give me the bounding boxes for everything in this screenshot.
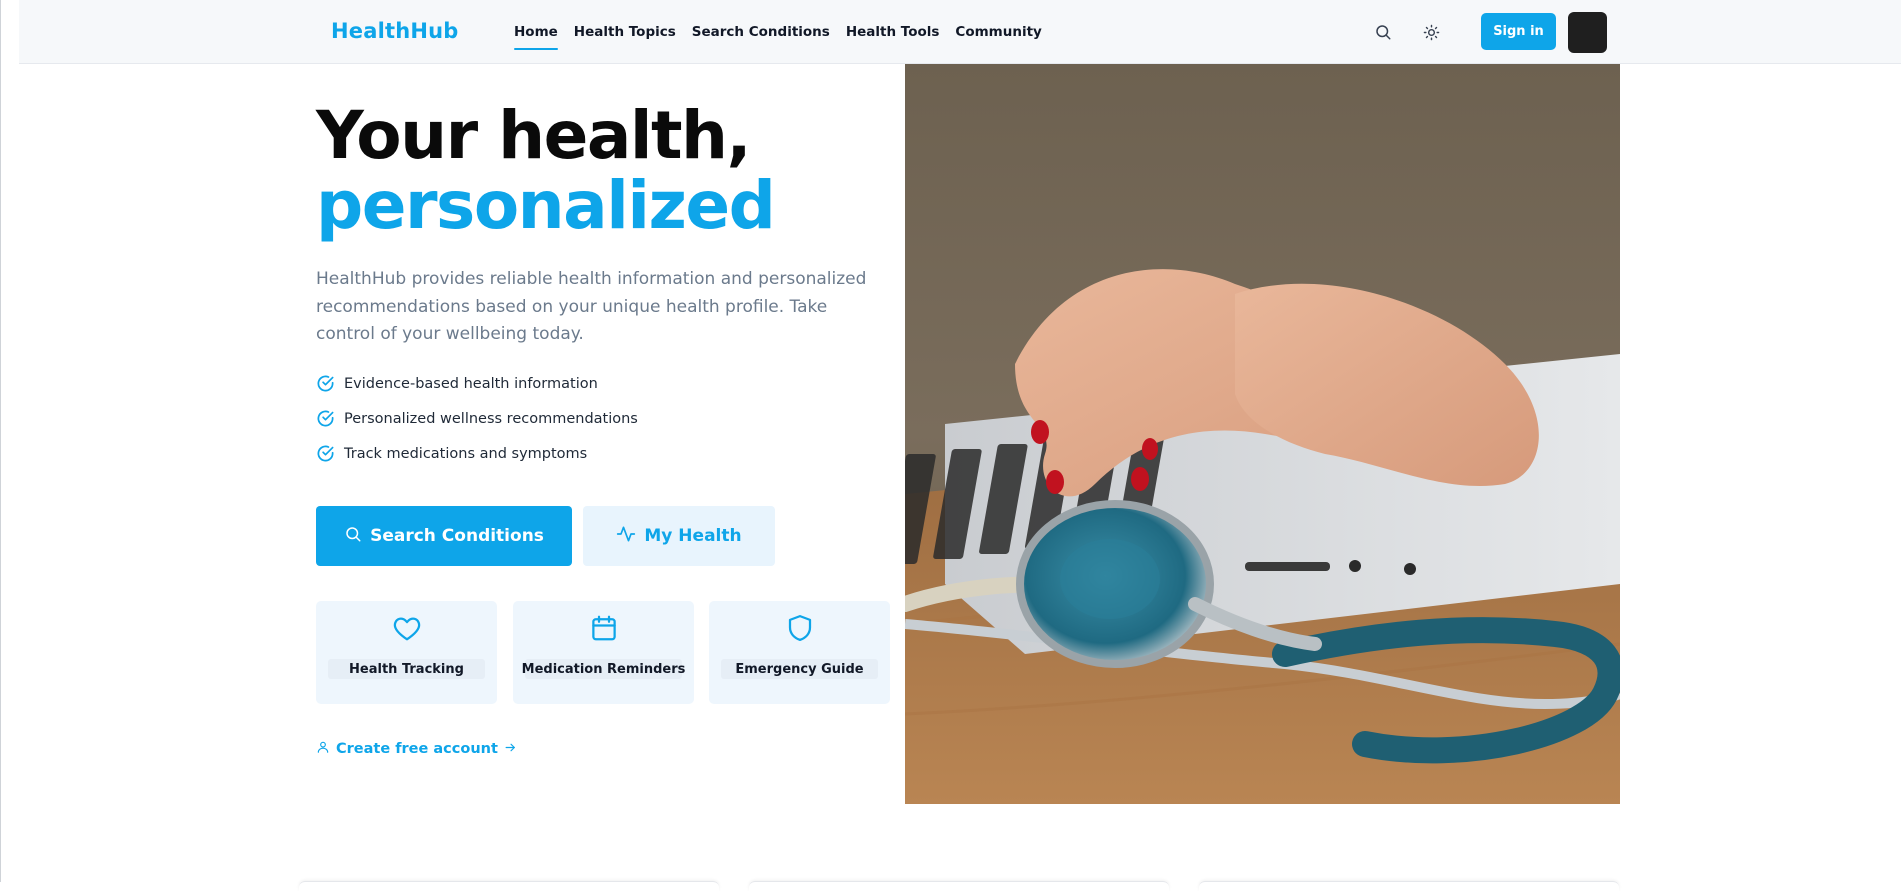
hero-description: HealthHub provides reliable health infor…	[316, 269, 867, 344]
search-icon	[344, 525, 362, 548]
feature-label: Track medications and symptoms	[344, 445, 588, 462]
feature-label: Personalized wellness recommendations	[344, 410, 638, 427]
theme-toggle-sun-icon[interactable]	[1419, 20, 1443, 44]
check-circle-icon	[316, 374, 336, 394]
my-health-button[interactable]: My Health	[583, 506, 775, 566]
check-circle-icon	[316, 409, 336, 429]
arrow-right-icon	[504, 741, 517, 758]
hero-title: Your health, personalized	[316, 101, 776, 244]
search-conditions-button[interactable]: Search Conditions	[316, 506, 572, 566]
calendar-icon	[589, 613, 619, 643]
tile-label: Emergency Guide	[721, 659, 878, 679]
feature-list: Evidence-based health information Person…	[316, 366, 638, 471]
sign-in-button[interactable]: Sign in	[1481, 13, 1556, 50]
card-peek	[749, 881, 1169, 891]
tile-medication-reminders[interactable]: Medication Reminders	[513, 601, 694, 704]
nav-community[interactable]: Community	[955, 16, 1041, 48]
page: HealthHub Home Health Topics Search Cond…	[0, 0, 1901, 882]
logo[interactable]: HealthHub	[331, 19, 459, 43]
check-circle-icon	[316, 444, 336, 464]
feature-label: Evidence-based health information	[344, 375, 598, 392]
my-health-label: My Health	[644, 526, 742, 546]
heart-icon	[392, 613, 422, 643]
nav-health-topics[interactable]: Health Topics	[574, 16, 676, 48]
card-peek	[299, 881, 719, 891]
nav-health-tools[interactable]: Health Tools	[846, 16, 940, 48]
nav-search-conditions[interactable]: Search Conditions	[692, 16, 830, 48]
tile-emergency-guide[interactable]: Emergency Guide	[709, 601, 890, 704]
feature-item: Evidence-based health information	[316, 366, 638, 401]
nav-home[interactable]: Home	[514, 16, 558, 50]
create-account-link[interactable]: Create free account	[316, 740, 517, 758]
user-icon	[316, 740, 330, 758]
tile-health-tracking[interactable]: Health Tracking	[316, 601, 497, 704]
search-conditions-label: Search Conditions	[370, 526, 544, 546]
feature-item: Track medications and symptoms	[316, 436, 638, 471]
card-peek	[1199, 881, 1619, 891]
activity-pulse-icon	[616, 524, 636, 549]
hero-title-line1: Your health,	[316, 97, 752, 174]
user-avatar[interactable]	[1568, 12, 1607, 53]
tile-label: Health Tracking	[328, 659, 485, 679]
feature-item: Personalized wellness recommendations	[316, 401, 638, 436]
create-account-label: Create free account	[336, 741, 498, 757]
tile-label: Medication Reminders	[522, 659, 685, 679]
shield-icon	[785, 613, 815, 643]
search-icon[interactable]	[1371, 20, 1395, 44]
hero-image	[905, 64, 1620, 804]
hero-title-line2: personalized	[316, 167, 776, 244]
main-nav: Home Health Topics Search Conditions Hea…	[514, 0, 1058, 64]
top-nav-bar: HealthHub Home Health Topics Search Cond…	[19, 0, 1901, 64]
